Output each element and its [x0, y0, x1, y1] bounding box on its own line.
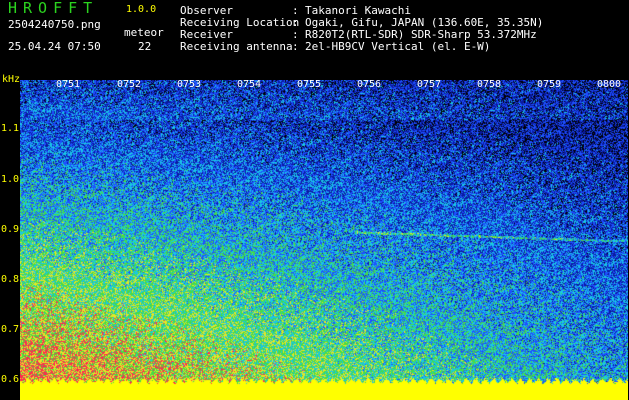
x-tick-label: 0751 — [56, 79, 81, 90]
y-tick-label: 0.7 — [1, 324, 20, 335]
antenna-label: Receiving antenna — [180, 40, 293, 53]
observer-value: Takanori Kawachi — [305, 4, 411, 17]
y-tick-label: 0.9 — [1, 224, 20, 235]
observer-label: Observer — [180, 4, 233, 17]
x-tick-label: 0759 — [537, 79, 562, 90]
x-tick-label: 0755 — [297, 79, 322, 90]
receiver-colon: : — [292, 28, 299, 41]
app-title: HROFFT — [8, 0, 99, 17]
y-axis-unit: kHz — [2, 74, 21, 85]
observer-colon: : — [292, 4, 299, 17]
receiver-value: R820T2(RTL-SDR) SDR-Sharp 53.372MHz — [305, 28, 537, 41]
timestamp: 25.04.24 07:50 — [8, 40, 101, 53]
x-tick-label: 0800 — [597, 79, 622, 90]
x-tick-label: 0756 — [357, 79, 382, 90]
y-tick-label: 0.6 — [1, 374, 20, 385]
location-colon: : — [292, 16, 299, 29]
x-tick-label: 0752 — [117, 79, 142, 90]
x-tick-label: 0753 — [177, 79, 202, 90]
location-value: Ogaki, Gifu, JAPAN (136.60E, 35.35N) — [305, 16, 544, 29]
meteor-count: 22 — [138, 40, 152, 53]
app-version: 1.0.0 — [126, 4, 157, 15]
antenna-colon: : — [292, 40, 299, 53]
file-name: 2504240750.png — [8, 18, 101, 31]
y-tick-label: 1.1 — [1, 123, 20, 134]
meteor-label: meteor — [124, 26, 164, 39]
x-tick-label: 0758 — [477, 79, 502, 90]
antenna-value: 2el-HB9CV Vertical (el. E-W) — [305, 40, 491, 53]
x-tick-label: 0754 — [237, 79, 262, 90]
spectrogram — [20, 80, 628, 400]
y-tick-label: 1.0 — [1, 174, 20, 185]
receiver-label: Receiver — [180, 28, 233, 41]
location-label: Receiving Location — [180, 16, 300, 29]
y-tick-label: 0.8 — [1, 274, 20, 285]
x-tick-label: 0757 — [417, 79, 442, 90]
